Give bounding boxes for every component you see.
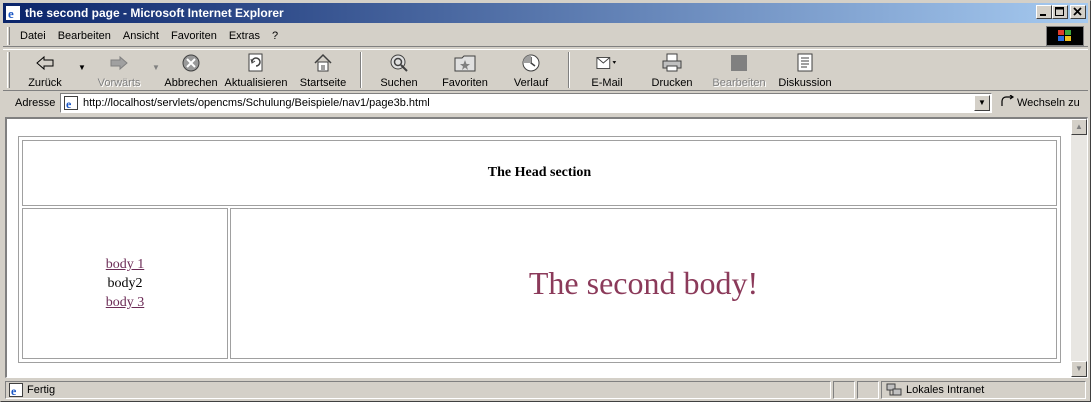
- maximize-button[interactable]: [1052, 5, 1068, 19]
- nav-link-body3[interactable]: body 3: [106, 293, 145, 312]
- edit-icon: [728, 53, 750, 73]
- stop-label: Abbrechen: [164, 77, 218, 89]
- status-panel: [833, 381, 855, 399]
- browser-window: e the second page - Microsoft Internet E…: [0, 0, 1091, 402]
- history-icon: [520, 53, 542, 73]
- page-viewport: The Head section body 1 body2 body 3 The…: [5, 117, 1088, 378]
- refresh-icon: [245, 53, 267, 73]
- ie-logo-icon: e: [5, 5, 21, 21]
- address-url: http://localhost/servlets/opencms/Schulu…: [83, 97, 430, 109]
- mail-icon: [596, 53, 618, 73]
- nav-link-body1[interactable]: body 1: [106, 255, 145, 274]
- status-page-icon: e: [9, 383, 23, 397]
- address-bar: Adresse e http://localhost/servlets/open…: [3, 92, 1088, 114]
- history-label: Verlauf: [513, 77, 549, 89]
- history-button[interactable]: Verlauf: [500, 50, 562, 90]
- menu-grip[interactable]: [7, 26, 10, 45]
- forward-dropdown-button[interactable]: ▼: [150, 50, 162, 90]
- discuss-button[interactable]: Diskussion: [772, 50, 838, 90]
- toolbar-separator: [568, 52, 570, 88]
- minimize-button[interactable]: [1036, 5, 1052, 19]
- status-bar: e Fertig Lokales Intranet: [3, 381, 1088, 399]
- home-button[interactable]: Startseite: [292, 50, 354, 90]
- back-arrow-icon: [34, 53, 56, 73]
- forward-label: Vorwärts: [97, 77, 141, 89]
- favorites-icon: [454, 53, 476, 73]
- close-button[interactable]: [1070, 5, 1086, 19]
- svg-text:e: e: [66, 97, 72, 110]
- address-label: Adresse: [15, 97, 56, 109]
- menu-bearbeiten[interactable]: Bearbeiten: [52, 30, 117, 42]
- body-text: The second body!: [528, 265, 759, 301]
- search-button[interactable]: Suchen: [368, 50, 430, 90]
- scroll-down-button[interactable]: ▼: [1071, 361, 1087, 377]
- intranet-icon: [886, 383, 902, 397]
- menu-ansicht[interactable]: Ansicht: [117, 30, 165, 42]
- go-button[interactable]: Wechseln zu: [1001, 94, 1080, 110]
- discuss-icon: [794, 53, 816, 73]
- status-panel: [857, 381, 879, 399]
- edit-label: Bearbeiten: [712, 77, 766, 89]
- back-label: Zurück: [28, 77, 62, 89]
- edit-button[interactable]: Bearbeiten: [706, 50, 772, 90]
- go-label: Wechseln zu: [1017, 96, 1080, 109]
- address-input[interactable]: e http://localhost/servlets/opencms/Schu…: [60, 93, 992, 113]
- menu-extras[interactable]: Extras: [223, 30, 266, 42]
- back-dropdown-button[interactable]: ▼: [76, 50, 88, 90]
- refresh-button[interactable]: Aktualisieren: [220, 50, 292, 90]
- print-button[interactable]: Drucken: [638, 50, 706, 90]
- forward-button[interactable]: Vorwärts: [88, 50, 150, 90]
- address-dropdown-button[interactable]: ▼: [974, 95, 990, 111]
- menu-favoriten[interactable]: Favoriten: [165, 30, 223, 42]
- print-icon: [661, 53, 683, 73]
- standard-toolbar: Zurück ▼ Vorwärts ▼ Abbrechen Aktualisie…: [3, 49, 1088, 91]
- mail-label: E-Mail: [591, 77, 623, 89]
- stop-button[interactable]: Abbrechen: [162, 50, 220, 90]
- toolbar-separator: [360, 52, 362, 88]
- nav-cell: body 1 body2 body 3: [22, 208, 228, 359]
- menu-help[interactable]: ?: [266, 30, 284, 42]
- favorites-label: Favoriten: [442, 77, 488, 89]
- windows-logo-icon: [1046, 26, 1084, 46]
- page-icon: e: [63, 95, 79, 111]
- svg-text:e: e: [8, 6, 14, 20]
- go-arrow-icon: [1001, 94, 1015, 110]
- scroll-up-button[interactable]: ▲: [1071, 119, 1087, 135]
- window-title: the second page - Microsoft Internet Exp…: [25, 6, 284, 20]
- search-icon: [388, 53, 410, 73]
- nav-current-body2: body2: [107, 276, 143, 291]
- menu-bar: Datei Bearbeiten Ansicht Favoriten Extra…: [3, 25, 1088, 47]
- menu-datei[interactable]: Datei: [14, 30, 52, 42]
- forward-arrow-icon: [108, 53, 130, 73]
- discuss-label: Diskussion: [778, 77, 832, 89]
- head-cell: The Head section: [22, 140, 1057, 206]
- zone-text: Lokales Intranet: [906, 384, 985, 396]
- back-button[interactable]: Zurück: [14, 50, 76, 90]
- mail-button[interactable]: E-Mail: [576, 50, 638, 90]
- status-text: Fertig: [27, 384, 56, 396]
- vertical-scrollbar[interactable]: ▲ ▼: [1071, 119, 1087, 377]
- head-text: The Head section: [487, 165, 592, 180]
- refresh-label: Aktualisieren: [224, 77, 288, 89]
- home-icon: [312, 53, 334, 73]
- home-label: Startseite: [299, 77, 347, 89]
- search-label: Suchen: [380, 77, 418, 89]
- body-cell: The second body!: [230, 208, 1057, 359]
- favorites-button[interactable]: Favoriten: [430, 50, 500, 90]
- print-label: Drucken: [651, 77, 693, 89]
- svg-text:e: e: [11, 384, 17, 397]
- toolbar-grip[interactable]: [7, 52, 10, 88]
- stop-icon: [180, 53, 202, 73]
- security-zone-panel: Lokales Intranet: [881, 381, 1086, 399]
- status-main-panel: e Fertig: [5, 381, 831, 399]
- title-bar[interactable]: e the second page - Microsoft Internet E…: [3, 3, 1088, 23]
- layout-table: The Head section body 1 body2 body 3 The…: [18, 136, 1061, 363]
